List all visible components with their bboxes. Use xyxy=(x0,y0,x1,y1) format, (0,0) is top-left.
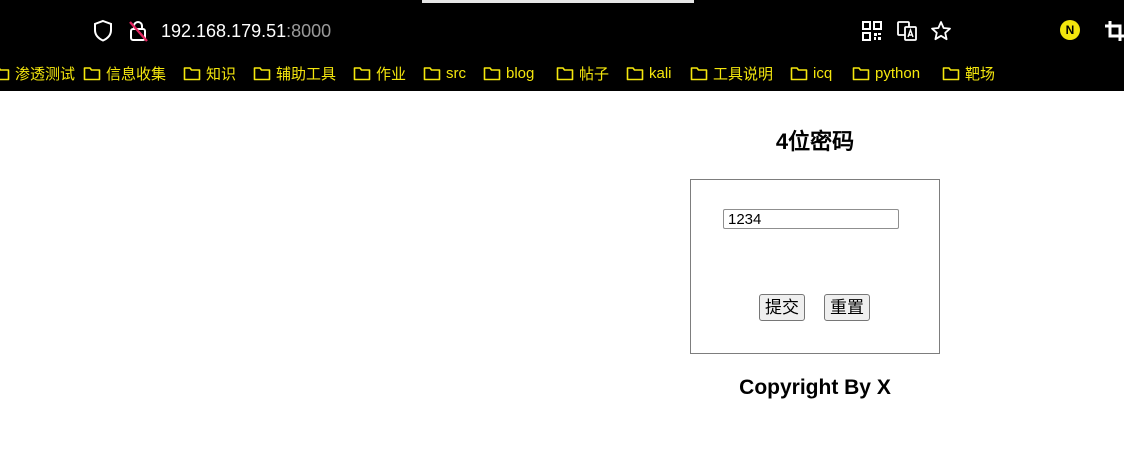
bookmark-folder[interactable]: icq xyxy=(790,62,832,84)
bookmark-label: 辅助工具 xyxy=(276,65,337,83)
bookmark-folder[interactable]: 工具说明 xyxy=(690,62,773,84)
tab-strip xyxy=(0,0,1124,4)
page-title: 4位密码 xyxy=(775,129,855,154)
bookmark-label: 工具说明 xyxy=(713,65,774,83)
bookmark-folder[interactable]: 信息收集 xyxy=(83,62,166,84)
translate-icon[interactable] xyxy=(896,20,918,42)
folder-icon xyxy=(556,67,574,81)
folder-icon xyxy=(626,67,644,81)
bookmark-label: 靶场 xyxy=(965,65,996,83)
bookmark-folder[interactable]: 知识 xyxy=(183,62,236,84)
bookmark-folder[interactable]: 靶场 xyxy=(942,62,995,84)
insecure-lock-icon[interactable] xyxy=(127,19,149,43)
bookmark-folder[interactable]: blog xyxy=(483,62,534,84)
copyright-footer: Copyright By X xyxy=(739,376,891,399)
bookmark-folder[interactable]: 作业 xyxy=(353,62,406,84)
url-text[interactable]: 192.168.179.51:8000 xyxy=(161,20,331,42)
url-host: 192.168.179.51 xyxy=(161,21,287,41)
bookmark-label: blog xyxy=(506,64,535,82)
folder-icon xyxy=(253,67,271,81)
url-port: :8000 xyxy=(286,21,332,41)
bookmark-label: 知识 xyxy=(206,65,237,83)
address-bar[interactable]: 192.168.179.51:8000 N xyxy=(0,8,1124,54)
bookmark-label: python xyxy=(875,64,921,82)
shield-icon[interactable] xyxy=(92,19,114,43)
qr-code-icon[interactable] xyxy=(861,20,883,42)
bookmarks-bar: 渗透测试 信息收集 知识 辅助工具 作业 src blog 帖子 kali 工具… xyxy=(0,60,1124,86)
folder-icon xyxy=(83,67,101,81)
bookmark-label: 渗透测试 xyxy=(15,65,76,83)
bookmark-folder[interactable]: 帖子 xyxy=(556,62,609,84)
folder-icon xyxy=(942,67,960,81)
bookmark-folder[interactable]: kali xyxy=(626,62,672,84)
folder-icon xyxy=(423,67,441,81)
crop-icon[interactable] xyxy=(1104,20,1124,42)
bookmark-label: 作业 xyxy=(376,65,407,83)
folder-icon xyxy=(183,67,201,81)
bookmark-folder[interactable]: src xyxy=(423,62,466,84)
folder-icon xyxy=(790,67,808,81)
active-tab[interactable] xyxy=(422,0,694,3)
bookmark-label: 信息收集 xyxy=(106,65,167,83)
folder-icon xyxy=(353,67,371,81)
reset-button[interactable]: 重置 xyxy=(824,294,870,321)
folder-icon xyxy=(852,67,870,81)
bookmark-folder[interactable]: 辅助工具 xyxy=(253,62,336,84)
submit-button[interactable]: 提交 xyxy=(759,294,805,321)
bookmark-label: 帖子 xyxy=(579,65,610,83)
browser-chrome: 192.168.179.51:8000 N 渗透测试 信息收集 知识 辅助工具 … xyxy=(0,0,1124,91)
folder-icon xyxy=(483,67,501,81)
password-input[interactable] xyxy=(723,209,899,229)
bookmark-label: icq xyxy=(813,64,833,82)
star-bookmark-icon[interactable] xyxy=(930,20,952,42)
bookmark-label: src xyxy=(446,64,466,82)
folder-icon xyxy=(0,68,10,81)
profile-avatar[interactable]: N xyxy=(1060,20,1080,40)
bookmark-label: kali xyxy=(649,64,672,82)
password-form: 提交 重置 xyxy=(690,179,940,354)
folder-icon xyxy=(690,67,708,81)
bookmark-folder[interactable]: 渗透测试 xyxy=(0,62,75,84)
bookmark-folder[interactable]: python xyxy=(852,62,920,84)
